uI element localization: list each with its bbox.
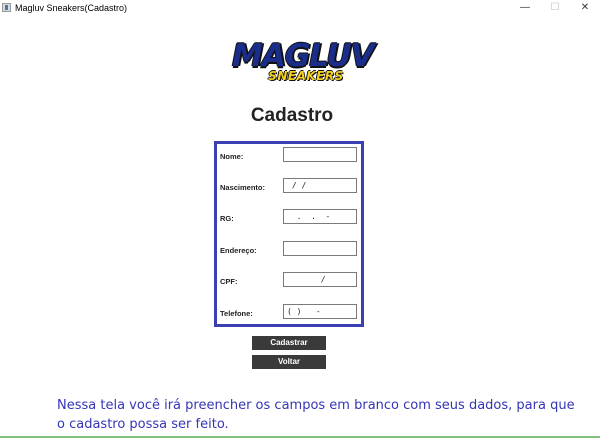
cadastrar-button[interactable]: Cadastrar	[252, 336, 326, 350]
address-label: Endereço:	[220, 246, 257, 255]
phone-field[interactable]: ( ) -	[283, 304, 357, 319]
birthdate-label: Nascimento:	[220, 183, 266, 192]
cpf-field[interactable]: /	[283, 272, 357, 287]
phone-label: Telefone:	[220, 309, 253, 318]
logo-main-text: MAGLUV	[232, 38, 375, 74]
window-title: Magluv Sneakers(Cadastro)	[15, 3, 128, 13]
close-button[interactable]: ✕	[570, 0, 600, 16]
instructions-text: Nessa tela você irá preencher os campos …	[57, 398, 575, 432]
address-field[interactable]	[283, 241, 357, 256]
cpf-label: CPF:	[220, 277, 238, 286]
birthdate-field[interactable]: / /	[283, 178, 357, 193]
voltar-button[interactable]: Voltar	[252, 355, 326, 369]
maximize-button[interactable]: ☐	[540, 0, 570, 16]
page-title: Cadastro	[250, 105, 334, 126]
registration-form	[214, 141, 364, 327]
name-label: Nome:	[220, 152, 244, 161]
rg-label: RG:	[220, 214, 234, 223]
java-app-icon	[2, 3, 11, 12]
name-field[interactable]	[283, 147, 357, 162]
minimize-button[interactable]: —	[510, 0, 540, 16]
magluv-logo: MAGLUV SNEAKERS	[232, 38, 375, 86]
logo-sub-text: SNEAKERS	[268, 69, 344, 83]
title-bar: Magluv Sneakers(Cadastro) — ☐ ✕	[0, 0, 600, 16]
rg-field[interactable]: . . -	[283, 209, 357, 224]
